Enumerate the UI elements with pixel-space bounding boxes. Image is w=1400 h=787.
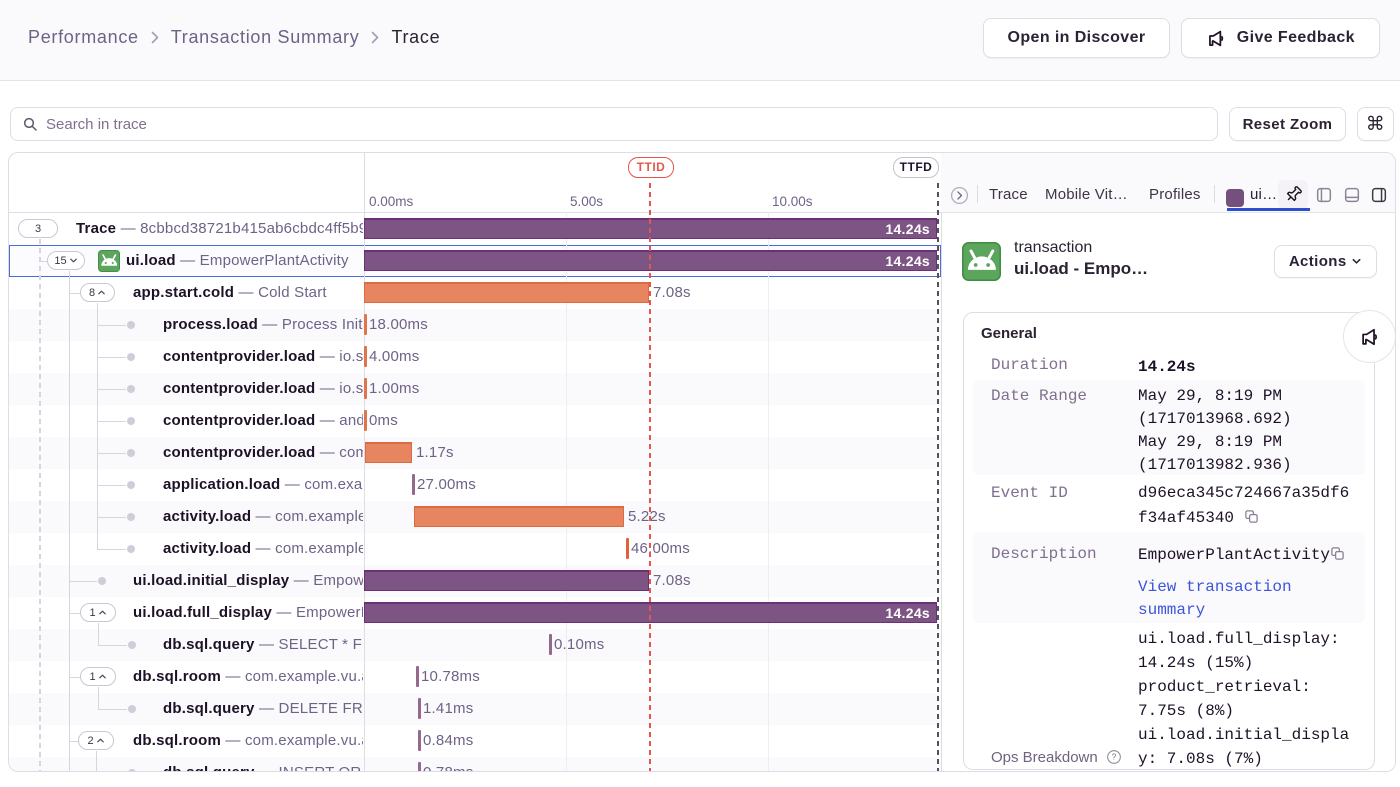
svg-text:?: ? <box>1112 753 1117 762</box>
